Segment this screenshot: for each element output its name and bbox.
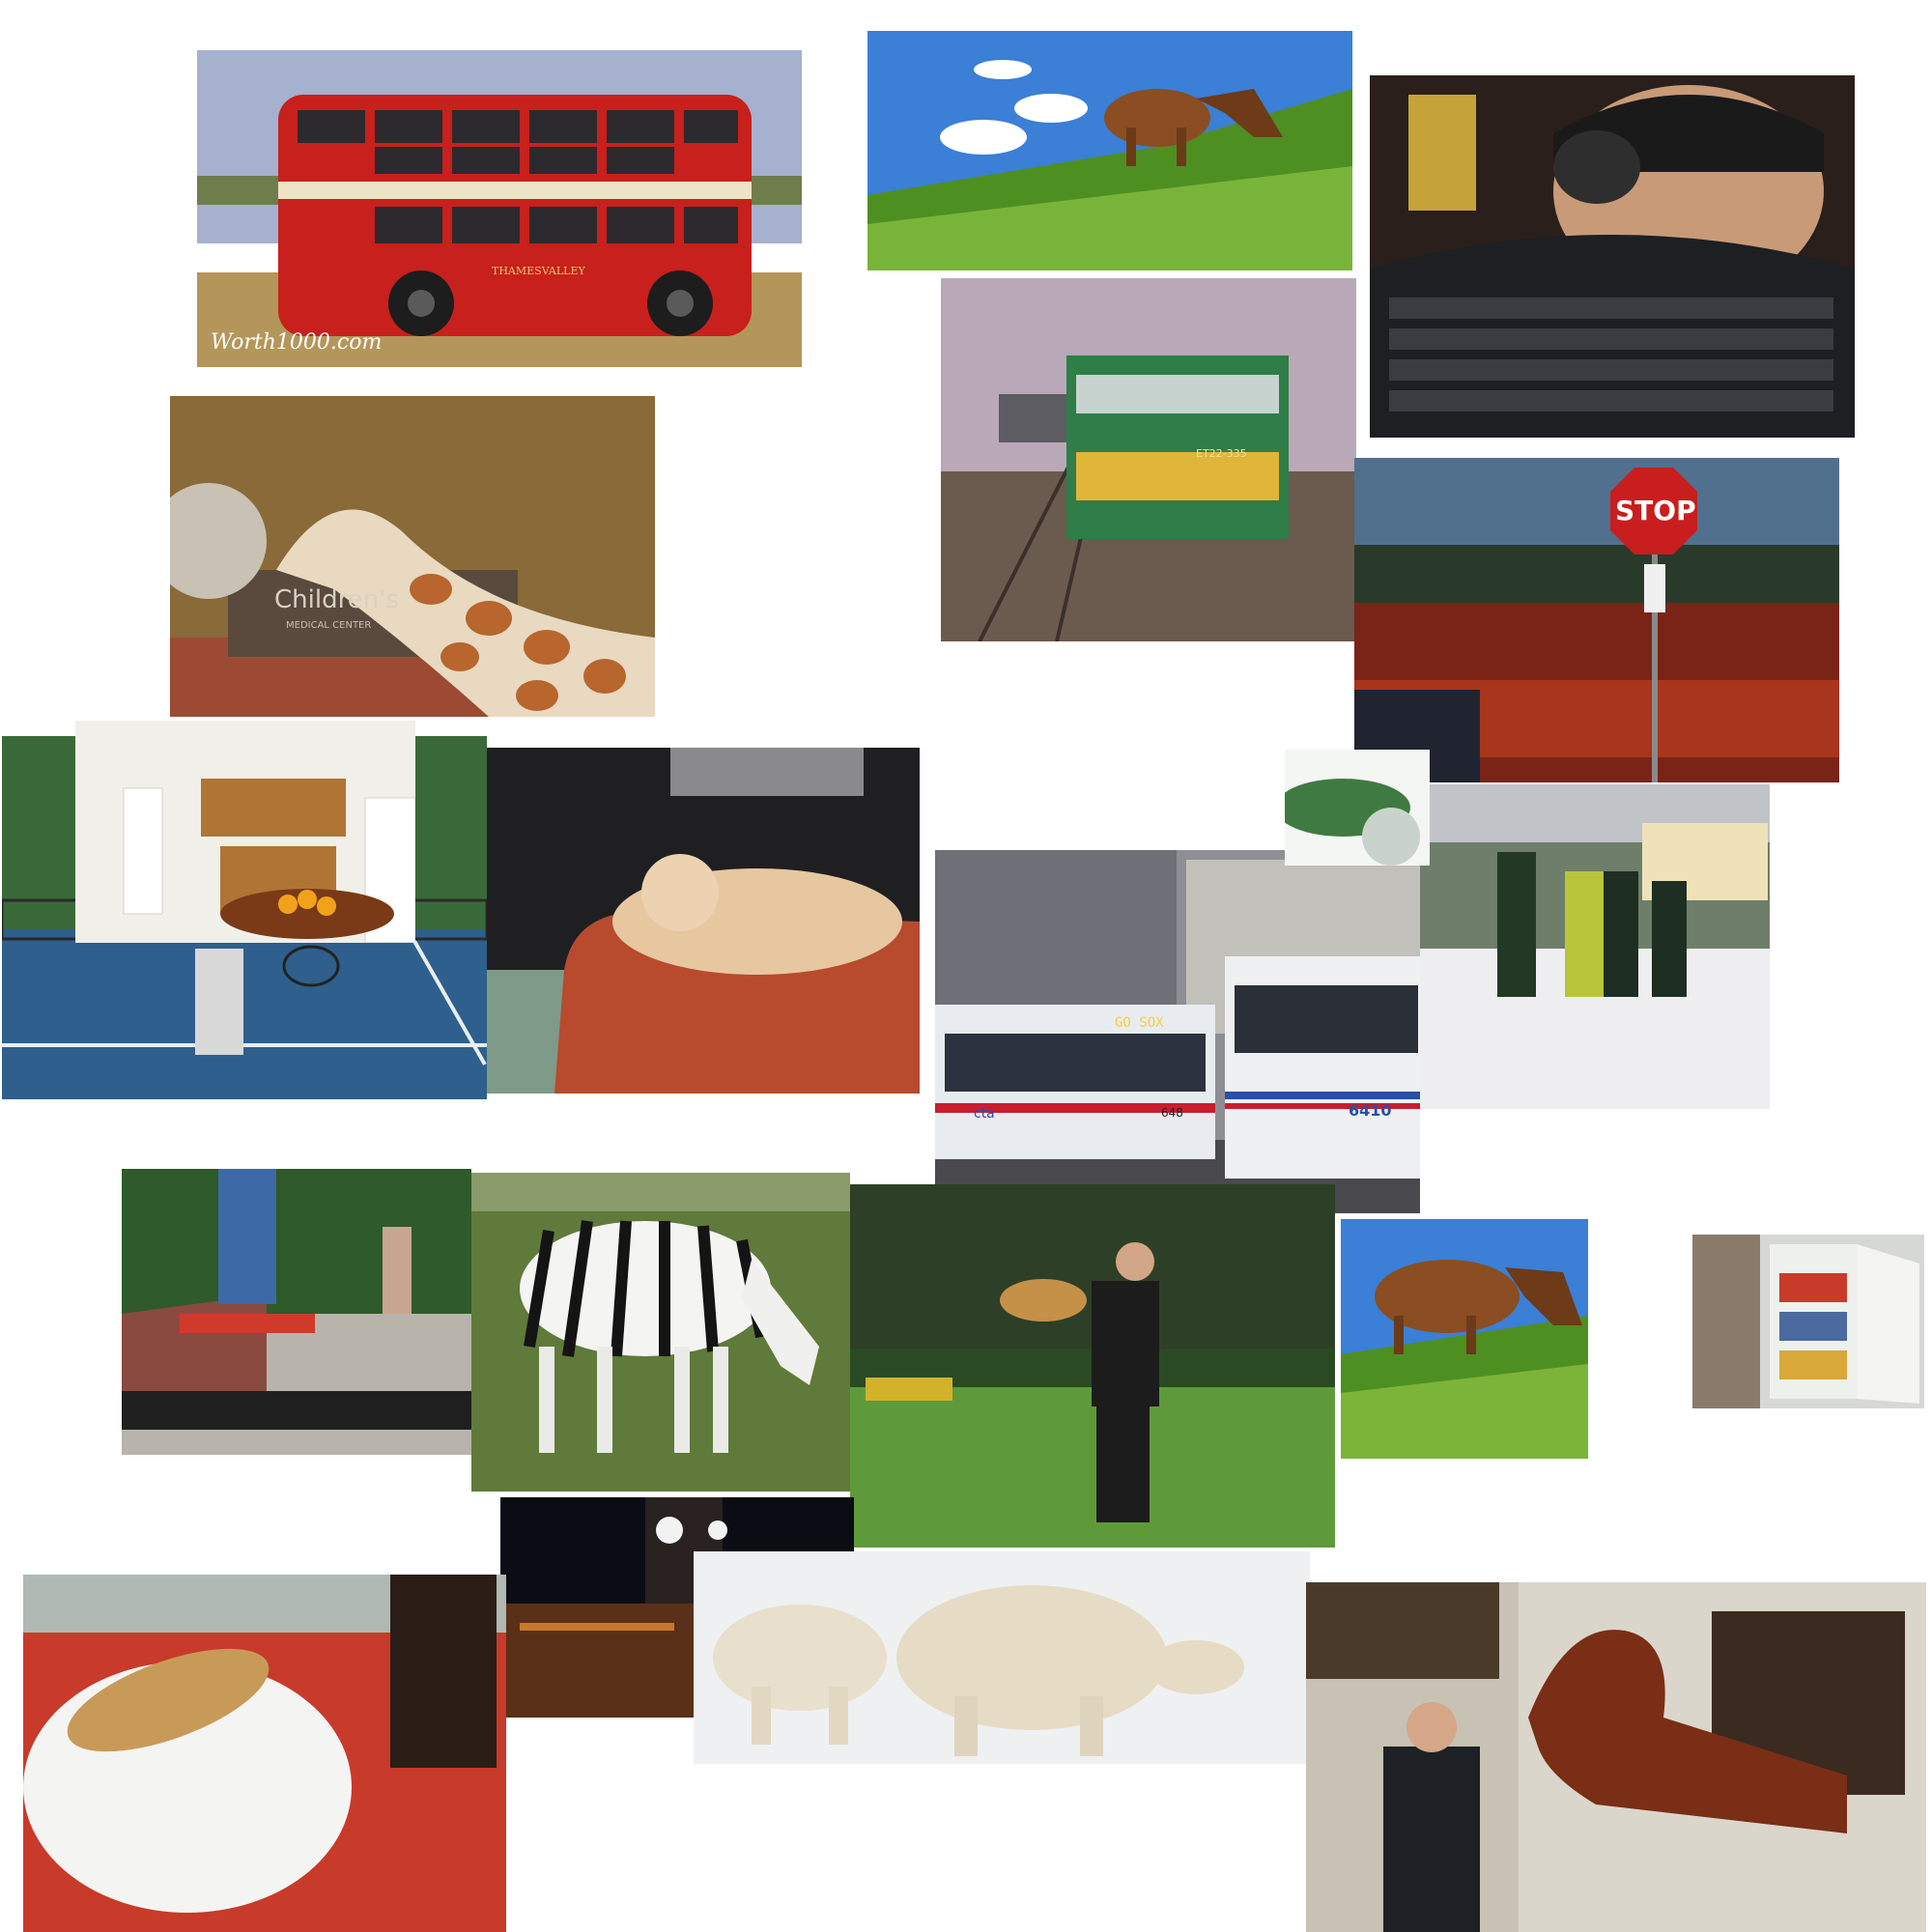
photo-open-refrigerator (1692, 1235, 1924, 1408)
photo-zebra-grazing (471, 1173, 850, 1492)
photo-man-with-jumping-dog (850, 1184, 1335, 1548)
bus-side-number: 6410 (1349, 1101, 1392, 1120)
photo-skateboarders (122, 1169, 471, 1455)
photo-stop-sign-night-street: STOP (1354, 458, 1839, 782)
photo-giraffe-medical-center: Children's MEDICAL CENTER (170, 396, 655, 717)
photo-cat-on-cushion (487, 748, 920, 1094)
photo-skiers-lamp-overlay (1285, 750, 1430, 866)
photo-skiers-snow (1420, 784, 1770, 1109)
giraffe-sign-text: Children's (274, 585, 399, 614)
photo-kitchen-fruit-bowl (75, 721, 415, 943)
stop-sign-text: STOP (1615, 495, 1696, 526)
photo-man-keyboard-mouse (1370, 75, 1855, 438)
photo-green-electric-train: ET22-335 (941, 278, 1356, 641)
photo-city-buses: GO SOX cta 648 6410 (935, 850, 1420, 1213)
watermark-text: Worth1000.com (211, 330, 383, 355)
bus-brand-text: cta (974, 1106, 995, 1122)
photo-horse-grazing-hill (867, 31, 1352, 270)
photo-polar-bears (694, 1551, 1310, 1764)
photo-horse-grazing-small (1341, 1219, 1588, 1459)
train-number-text: ET22-335 (1196, 447, 1247, 460)
bus-fleet-text: THAMESVALLEY (492, 265, 585, 277)
bus-destination-sign: GO SOX (1115, 1015, 1164, 1031)
photo-red-double-decker-bus: THAMESVALLEY Worth1000.com (197, 50, 802, 367)
photo-man-and-horse-stable (1306, 1582, 1926, 1932)
photo-sandwich-on-plate (23, 1575, 506, 1932)
giraffe-sign-subtext: MEDICAL CENTER (286, 620, 372, 631)
bus-front-number: 648 (1161, 1106, 1183, 1120)
